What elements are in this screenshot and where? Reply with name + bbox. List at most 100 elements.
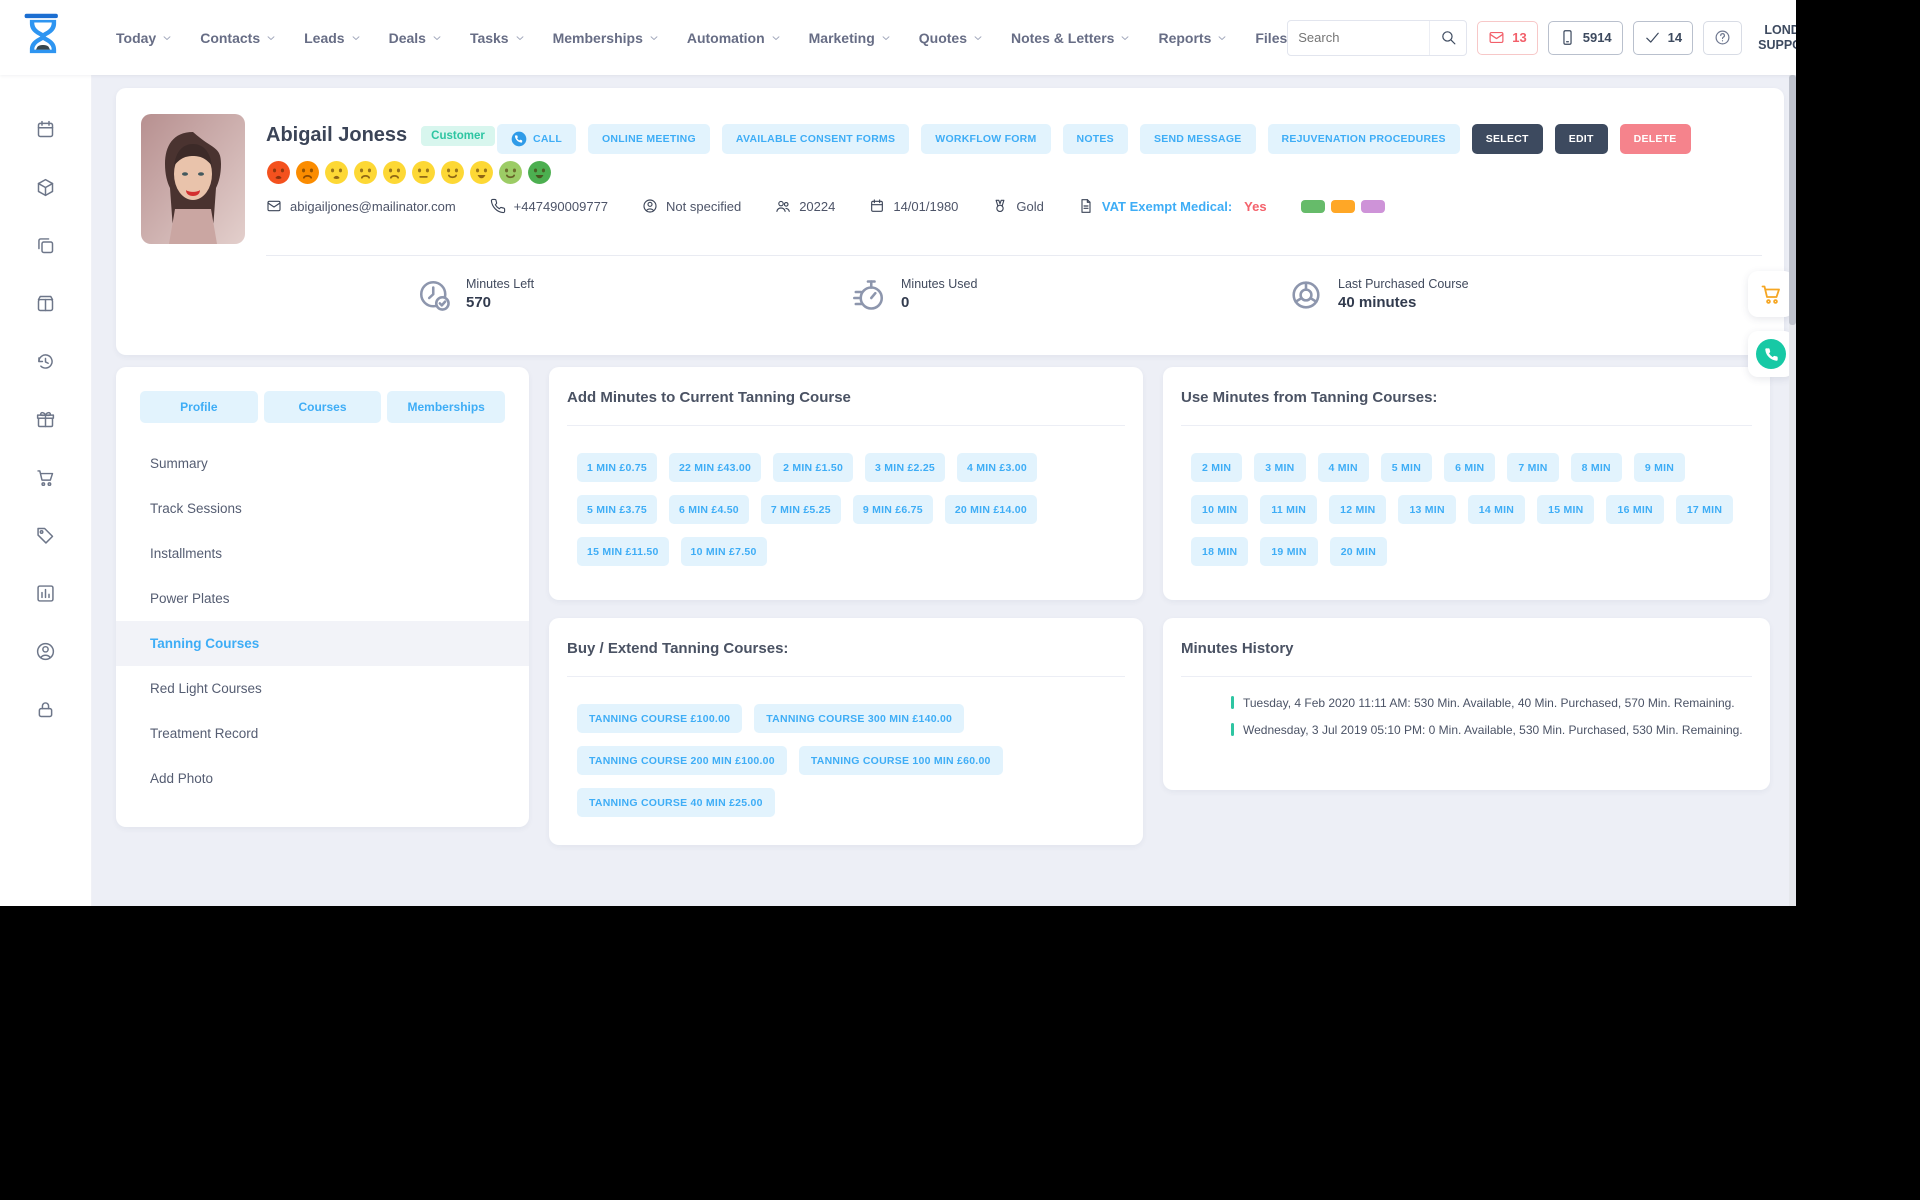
- buy-course-button-tanning-course-40-min-25-00[interactable]: TANNING COURSE 40 MIN £25.00: [577, 788, 775, 817]
- mood-6-icon[interactable]: [411, 160, 436, 185]
- buy-course-button-tanning-course-100-00[interactable]: TANNING COURSE £100.00: [577, 704, 743, 733]
- nav-item-tasks[interactable]: Tasks: [470, 30, 526, 46]
- rejuvenation-procedures-button[interactable]: REJUVENATION PROCEDURES: [1267, 124, 1460, 154]
- user-icon[interactable]: [35, 641, 56, 662]
- notes-button[interactable]: NOTES: [1062, 124, 1128, 154]
- nav-item-quotes[interactable]: Quotes: [919, 30, 984, 46]
- nav-item-contacts[interactable]: Contacts: [200, 30, 277, 46]
- add-minutes-button-22-min-43-00[interactable]: 22 MIN £43.00: [668, 453, 762, 482]
- cube-icon[interactable]: [35, 177, 56, 198]
- use-minutes-button-17-min[interactable]: 17 MIN: [1675, 495, 1734, 524]
- send-message-button[interactable]: SEND MESSAGE: [1139, 124, 1256, 154]
- floating-cart-button[interactable]: [1748, 271, 1794, 317]
- buy-course-button-tanning-course-200-min-100-00[interactable]: TANNING COURSE 200 MIN £100.00: [577, 746, 787, 775]
- chart-icon[interactable]: [35, 583, 56, 604]
- nav-item-memberships[interactable]: Memberships: [553, 30, 660, 46]
- mood-3-icon[interactable]: [324, 160, 349, 185]
- mood-4-icon[interactable]: [353, 160, 378, 185]
- mood-5-icon[interactable]: [382, 160, 407, 185]
- use-minutes-button-20-min[interactable]: 20 MIN: [1329, 537, 1388, 566]
- workflow-form-button[interactable]: WORKFLOW FORM: [921, 124, 1051, 154]
- call-button[interactable]: CALL: [497, 124, 576, 154]
- delete-button[interactable]: DELETE: [1619, 124, 1691, 154]
- search-input[interactable]: [1288, 30, 1430, 45]
- use-minutes-button-12-min[interactable]: 12 MIN: [1329, 495, 1387, 524]
- use-minutes-button-5-min[interactable]: 5 MIN: [1380, 453, 1433, 482]
- mood-7-icon[interactable]: [440, 160, 465, 185]
- check-badge-button[interactable]: 14: [1632, 20, 1694, 55]
- edit-button[interactable]: EDIT: [1554, 124, 1608, 154]
- tab-profile[interactable]: Profile: [140, 391, 258, 423]
- mood-9-icon[interactable]: [498, 160, 523, 185]
- use-minutes-button-4-min[interactable]: 4 MIN: [1317, 453, 1369, 482]
- tab-courses[interactable]: Courses: [263, 391, 382, 423]
- add-minutes-button-10-min-7-50[interactable]: 10 MIN £7.50: [680, 537, 767, 566]
- use-minutes-button-10-min[interactable]: 10 MIN: [1191, 495, 1249, 524]
- use-minutes-button-13-min[interactable]: 13 MIN: [1398, 495, 1456, 524]
- add-minutes-button-9-min-6-75[interactable]: 9 MIN £6.75: [852, 495, 933, 524]
- add-minutes-button-15-min-11-50[interactable]: 15 MIN £11.50: [577, 537, 669, 566]
- nav-item-marketing[interactable]: Marketing: [809, 30, 892, 46]
- side-menu-item-installments[interactable]: Installments: [116, 531, 529, 576]
- add-minutes-button-5-min-3-75[interactable]: 5 MIN £3.75: [577, 495, 657, 524]
- nav-item-deals[interactable]: Deals: [389, 30, 443, 46]
- use-minutes-button-11-min[interactable]: 11 MIN: [1260, 495, 1318, 524]
- buy-course-button-tanning-course-300-min-140-00[interactable]: TANNING COURSE 300 MIN £140.00: [754, 704, 965, 733]
- side-menu-item-summary[interactable]: Summary: [116, 441, 529, 486]
- add-minutes-button-1-min-0-75[interactable]: 1 MIN £0.75: [577, 453, 657, 482]
- app-logo-hourglass-icon[interactable]: [22, 12, 64, 64]
- mobile-badge-button[interactable]: 5914: [1547, 20, 1623, 55]
- select-button[interactable]: SELECT: [1471, 124, 1543, 154]
- mood-1-icon[interactable]: [266, 160, 291, 185]
- floating-call-button[interactable]: [1748, 331, 1794, 377]
- nav-item-files[interactable]: Files: [1255, 30, 1287, 46]
- nav-item-automation[interactable]: Automation: [687, 30, 782, 46]
- use-minutes-button-14-min[interactable]: 14 MIN: [1467, 495, 1526, 524]
- tag-icon[interactable]: [35, 525, 56, 546]
- side-menu-item-power-plates[interactable]: Power Plates: [116, 576, 529, 621]
- nav-item-reports[interactable]: Reports: [1158, 30, 1228, 46]
- side-menu-item-track-sessions[interactable]: Track Sessions: [116, 486, 529, 531]
- gift-icon[interactable]: [35, 409, 56, 430]
- scrollbar-track[interactable]: [1789, 75, 1796, 906]
- nav-item-notes-letters[interactable]: Notes & Letters: [1011, 30, 1131, 46]
- use-minutes-button-15-min[interactable]: 15 MIN: [1537, 495, 1595, 524]
- mood-10-icon[interactable]: [527, 160, 552, 185]
- nav-item-today[interactable]: Today: [116, 30, 173, 46]
- use-minutes-button-2-min[interactable]: 2 MIN: [1191, 453, 1243, 482]
- side-menu-item-red-light-courses[interactable]: Red Light Courses: [116, 666, 529, 711]
- add-minutes-button-3-min-2-25[interactable]: 3 MIN £2.25: [865, 453, 945, 482]
- add-minutes-button-2-min-1-50[interactable]: 2 MIN £1.50: [773, 453, 854, 482]
- nav-item-leads[interactable]: Leads: [304, 30, 361, 46]
- buy-course-button-tanning-course-100-min-60-00[interactable]: TANNING COURSE 100 MIN £60.00: [798, 746, 1003, 775]
- add-minutes-button-7-min-5-25[interactable]: 7 MIN £5.25: [760, 495, 841, 524]
- mood-8-icon[interactable]: [469, 160, 494, 185]
- mood-2-icon[interactable]: [295, 160, 320, 185]
- history-icon[interactable]: [35, 351, 56, 372]
- side-menu-item-treatment-record[interactable]: Treatment Record: [116, 711, 529, 756]
- package-icon[interactable]: [35, 293, 56, 314]
- side-menu-item-tanning-courses[interactable]: Tanning Courses: [116, 621, 529, 666]
- search-icon[interactable]: [1429, 20, 1466, 55]
- scrollbar-thumb[interactable]: [1789, 75, 1796, 325]
- add-minutes-button-6-min-4-50[interactable]: 6 MIN £4.50: [668, 495, 749, 524]
- use-minutes-button-18-min[interactable]: 18 MIN: [1191, 537, 1249, 566]
- use-minutes-button-9-min[interactable]: 9 MIN: [1633, 453, 1686, 482]
- calendar-icon[interactable]: [35, 119, 56, 140]
- mail-badge-button[interactable]: 13: [1477, 20, 1538, 55]
- question-badge-button[interactable]: [1703, 20, 1743, 55]
- use-minutes-button-16-min[interactable]: 16 MIN: [1606, 495, 1664, 524]
- online-meeting-button[interactable]: ONLINE MEETING: [588, 124, 710, 154]
- add-minutes-button-4-min-3-00[interactable]: 4 MIN £3.00: [957, 453, 1037, 482]
- side-menu-item-add-photo[interactable]: Add Photo: [116, 756, 529, 801]
- available-consent-forms-button[interactable]: AVAILABLE CONSENT FORMS: [721, 124, 910, 154]
- copy-icon[interactable]: [35, 235, 56, 256]
- cart-icon[interactable]: [35, 467, 56, 488]
- use-minutes-button-3-min[interactable]: 3 MIN: [1254, 453, 1306, 482]
- use-minutes-button-8-min[interactable]: 8 MIN: [1570, 453, 1622, 482]
- use-minutes-button-6-min[interactable]: 6 MIN: [1444, 453, 1496, 482]
- add-minutes-button-20-min-14-00[interactable]: 20 MIN £14.00: [944, 495, 1037, 524]
- tab-memberships[interactable]: Memberships: [387, 391, 506, 423]
- lock-icon[interactable]: [35, 699, 56, 720]
- use-minutes-button-19-min[interactable]: 19 MIN: [1260, 537, 1318, 566]
